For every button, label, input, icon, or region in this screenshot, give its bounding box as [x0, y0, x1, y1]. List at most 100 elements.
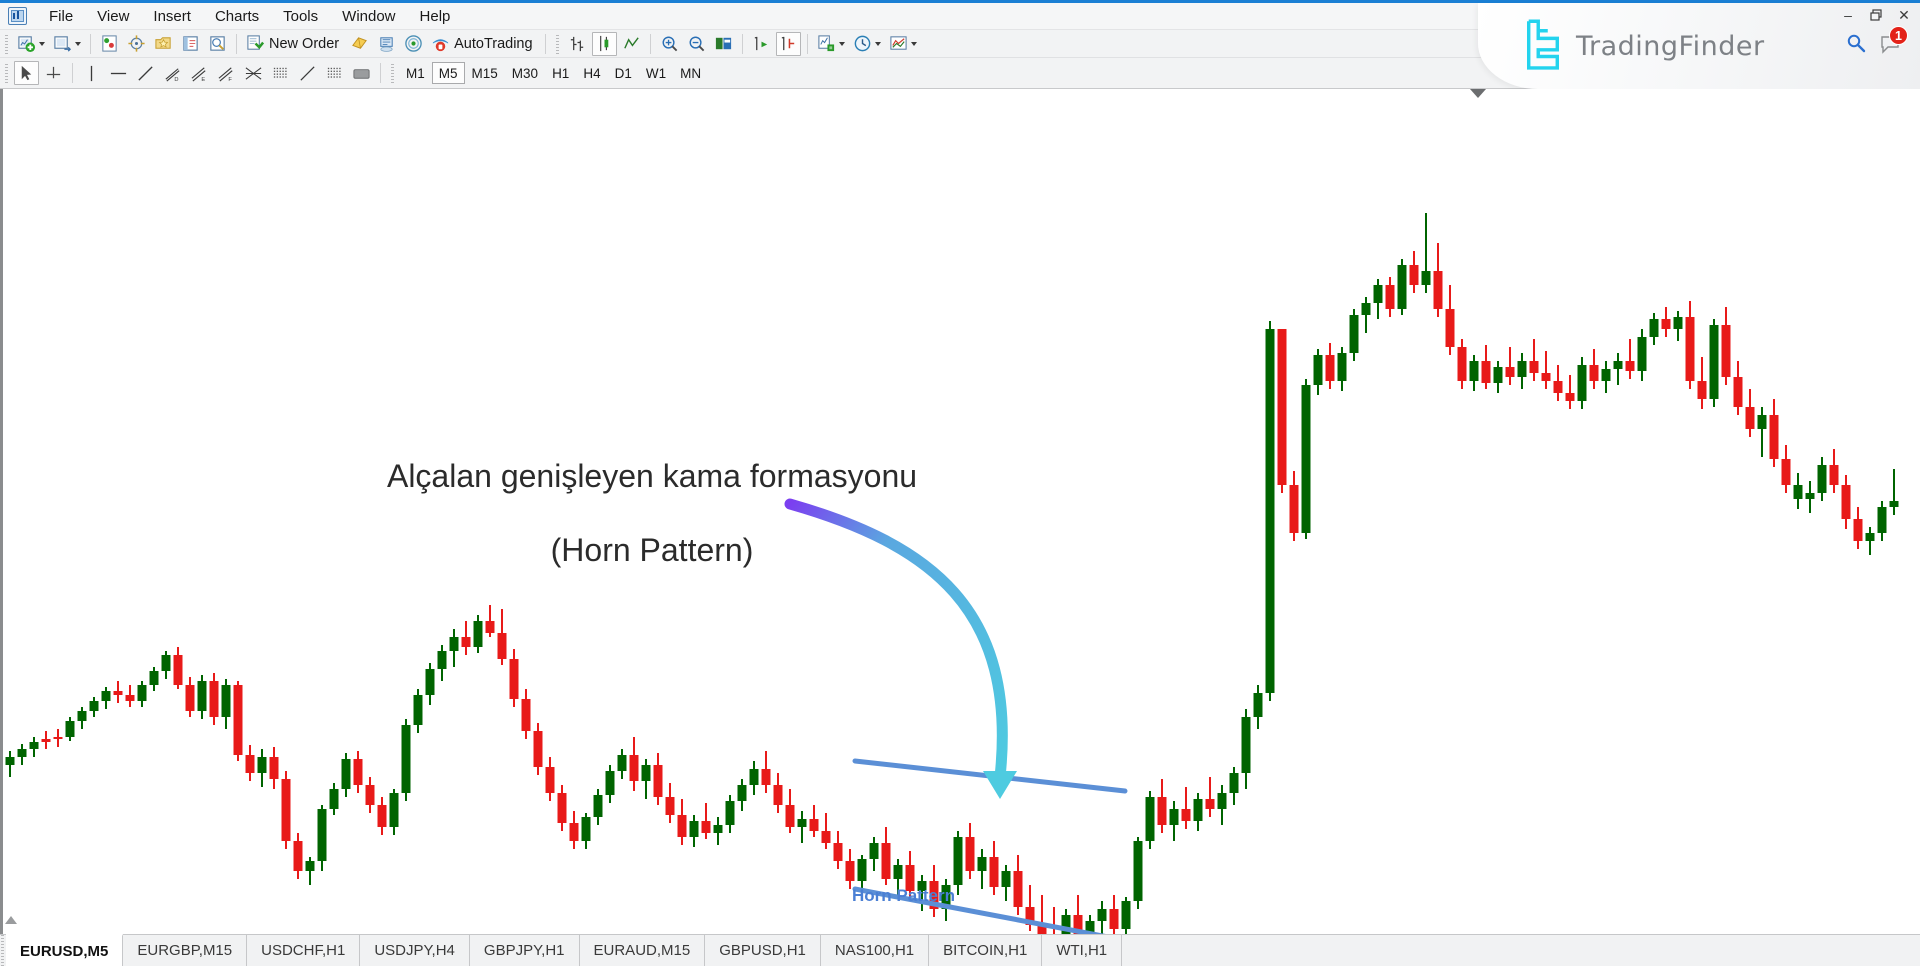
- candle-body: [953, 837, 963, 885]
- timeframe-h1[interactable]: H1: [545, 62, 576, 84]
- candle-body: [1337, 353, 1347, 381]
- menu-item-tools[interactable]: Tools: [271, 5, 330, 28]
- data-window-button[interactable]: [151, 32, 176, 56]
- timeframe-m1[interactable]: M1: [399, 62, 432, 84]
- cycle-lines-tool-button[interactable]: [268, 61, 293, 85]
- symbol-tab-usdjpy[interactable]: USDJPY,H4: [360, 935, 470, 966]
- symbol-tab-eurgbp[interactable]: EURGBP,M15: [123, 935, 248, 966]
- chevron-down-icon[interactable]: [910, 41, 917, 46]
- market-watch-button[interactable]: [97, 32, 122, 56]
- symbol-tab-wti[interactable]: WTI,H1: [1042, 935, 1123, 966]
- menu-item-view[interactable]: View: [85, 5, 141, 28]
- chart-shift-button[interactable]: [711, 32, 736, 56]
- timeframe-m30[interactable]: M30: [505, 62, 545, 84]
- search-icon[interactable]: [1845, 32, 1869, 56]
- symbol-tab-nas100[interactable]: NAS100,H1: [821, 935, 930, 966]
- crosshair-tool-button[interactable]: [41, 61, 66, 85]
- strategy-tester-button[interactable]: [205, 32, 230, 56]
- candle-body: [689, 821, 699, 837]
- symbol-tab-euraud[interactable]: EURAUD,M15: [580, 935, 706, 966]
- auto-scroll-button[interactable]: [749, 32, 774, 56]
- candle-body: [233, 685, 243, 755]
- metaeditor-button[interactable]: [347, 32, 372, 56]
- vertical-line-tool-button[interactable]: [79, 61, 104, 85]
- candle-body: [449, 637, 459, 651]
- candle-body: [713, 825, 723, 833]
- toolbar-grip[interactable]: [389, 63, 396, 83]
- restore-button[interactable]: [1862, 4, 1890, 26]
- menu-item-help[interactable]: Help: [408, 5, 463, 28]
- timeframe-d1[interactable]: D1: [608, 62, 639, 84]
- candle-body: [101, 691, 111, 701]
- symbol-tab-gbpusd[interactable]: GBPUSD,H1: [705, 935, 821, 966]
- trendline-tool-button[interactable]: [133, 61, 158, 85]
- indicators-icon: [817, 35, 834, 52]
- andrews-pitchfork-tool-button[interactable]: [241, 61, 266, 85]
- candle-body: [857, 859, 867, 881]
- chevron-down-icon[interactable]: [75, 41, 81, 46]
- bar-chart-button[interactable]: [565, 32, 590, 56]
- candle-body: [377, 805, 387, 827]
- timeframe-w1[interactable]: W1: [639, 62, 673, 84]
- close-button[interactable]: ✕: [1890, 4, 1918, 26]
- toolbar-grip[interactable]: [3, 63, 10, 83]
- chart-shift-end-button[interactable]: [775, 31, 801, 56]
- autotrading-label: AutoTrading: [454, 35, 533, 52]
- standard-deviation-channel-tool-button[interactable]: E: [187, 61, 212, 85]
- timeframe-mn[interactable]: MN: [673, 62, 708, 84]
- candle-body: [797, 819, 807, 827]
- toolbar-separator: [806, 33, 808, 54]
- chevron-down-icon[interactable]: [39, 41, 45, 46]
- expert-advisors-button[interactable]: [374, 32, 399, 56]
- candle-body: [1265, 329, 1275, 693]
- annotation-subtitle: (Horn Pattern): [550, 532, 754, 568]
- new-chart-button[interactable]: [14, 32, 48, 56]
- profiles-button[interactable]: [50, 32, 84, 56]
- signals-button[interactable]: [401, 32, 426, 56]
- horizontal-line-tool-button[interactable]: [106, 61, 131, 85]
- menu-item-file[interactable]: File: [37, 5, 85, 28]
- candle-body: [65, 721, 75, 737]
- templates-button[interactable]: [886, 32, 920, 56]
- timeframe-m5[interactable]: M5: [431, 62, 465, 84]
- symbol-tab-bitcoin[interactable]: BITCOIN,H1: [929, 935, 1043, 966]
- fibonacci-retracement-tool-button[interactable]: [295, 61, 320, 85]
- candle-body: [5, 757, 15, 765]
- chart-canvas[interactable]: Alçalan genişleyen kama formasyonu (Horn…: [0, 89, 1920, 934]
- indicators-button[interactable]: [814, 32, 848, 56]
- candle-body: [773, 785, 783, 805]
- timeframe-m15[interactable]: M15: [465, 62, 505, 84]
- alerts-icon[interactable]: 1: [1879, 26, 1908, 56]
- terminal-button[interactable]: [178, 32, 203, 56]
- new-order-button[interactable]: New Order: [243, 32, 345, 56]
- candle-body: [1169, 809, 1179, 825]
- menu-item-charts[interactable]: Charts: [203, 5, 271, 28]
- menu-item-insert[interactable]: Insert: [141, 5, 203, 28]
- toolbar-grip[interactable]: [3, 33, 10, 54]
- chevron-down-icon[interactable]: [874, 41, 881, 46]
- minimize-button[interactable]: –: [1834, 4, 1862, 26]
- symbol-tab-usdchf[interactable]: USDCHF,H1: [247, 935, 361, 966]
- symbol-tab-gbpjpy[interactable]: GBPJPY,H1: [470, 935, 580, 966]
- autotrading-button[interactable]: AutoTrading: [428, 32, 538, 56]
- line-chart-button[interactable]: [619, 32, 644, 56]
- symbol-tab-eurusd[interactable]: EURUSD,M5: [6, 934, 124, 966]
- equidistant-channel-tool-button[interactable]: D: [160, 61, 185, 85]
- toolbar-separator: [90, 33, 91, 54]
- navigator-button[interactable]: [124, 32, 149, 56]
- toolbar-grip[interactable]: [553, 33, 561, 54]
- fibonacci-expansion-tool-button[interactable]: [322, 61, 347, 85]
- zoom-in-button[interactable]: [657, 32, 682, 56]
- fibonacci-retracement-icon: [300, 65, 315, 81]
- zoom-out-button[interactable]: [684, 32, 709, 56]
- candle-body: [1709, 325, 1719, 399]
- candlestick-chart-button[interactable]: [591, 31, 617, 56]
- cursor-tool-button[interactable]: [14, 61, 39, 85]
- chevron-down-icon[interactable]: [838, 41, 845, 46]
- menu-item-window[interactable]: Window: [330, 5, 407, 28]
- arrow-cursor-icon: [21, 65, 32, 80]
- timeframe-h4[interactable]: H4: [576, 62, 607, 84]
- text-label-tool-button[interactable]: [349, 61, 374, 85]
- periods-button[interactable]: [850, 32, 884, 56]
- linear-regression-channel-tool-button[interactable]: F: [214, 61, 239, 85]
